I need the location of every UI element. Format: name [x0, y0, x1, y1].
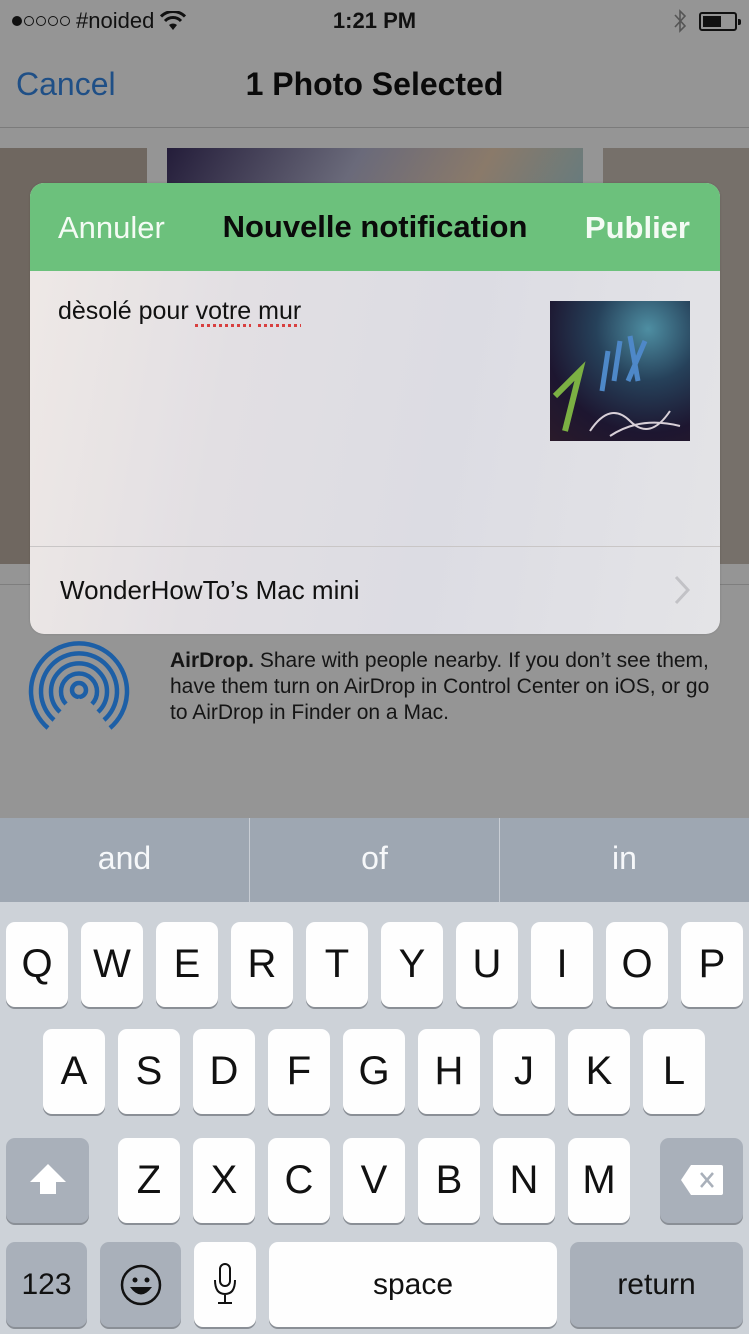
emoji-key[interactable] — [100, 1242, 181, 1327]
attached-photo-thumbnail — [550, 301, 690, 441]
space-key[interactable]: space — [269, 1242, 557, 1327]
key-j[interactable]: J — [493, 1029, 555, 1114]
battery-icon — [699, 11, 741, 31]
clock: 1:21 PM — [332, 8, 417, 33]
page-title: 1 Photo Selected — [245, 66, 504, 102]
key-h[interactable]: H — [418, 1029, 480, 1114]
emoji-icon — [120, 1264, 161, 1306]
key-d[interactable]: D — [193, 1029, 255, 1114]
suggestion-item[interactable]: in — [500, 818, 749, 902]
shift-arrow-icon — [29, 1164, 66, 1194]
key-z[interactable]: Z — [118, 1138, 180, 1223]
bluetooth-icon — [674, 9, 687, 33]
numbers-key[interactable]: 123 — [6, 1242, 87, 1327]
suggestion-item[interactable]: and — [0, 818, 250, 902]
share-sheet-card: Annuler Nouvelle notification Publier dè… — [30, 183, 720, 634]
key-v[interactable]: V — [343, 1138, 405, 1223]
key-b[interactable]: B — [418, 1138, 480, 1223]
destination-row[interactable]: WonderHowTo’s Mac mini — [30, 547, 720, 634]
key-x[interactable]: X — [193, 1138, 255, 1223]
destination-name: WonderHowTo’s Mac mini — [60, 575, 360, 605]
airdrop-icon — [28, 641, 130, 734]
key-q[interactable]: Q — [6, 922, 68, 1007]
key-c[interactable]: C — [268, 1138, 330, 1223]
key-u[interactable]: U — [456, 922, 518, 1007]
key-g[interactable]: G — [343, 1029, 405, 1114]
key-o[interactable]: O — [606, 922, 668, 1007]
message-text-area[interactable]: dèsolé pour votre mur — [58, 297, 301, 326]
publier-button[interactable]: Publier — [585, 210, 690, 246]
misspelled-word[interactable]: mur — [258, 297, 301, 325]
key-t[interactable]: T — [306, 922, 368, 1007]
suggestion-item[interactable]: of — [250, 818, 500, 902]
key-e[interactable]: E — [156, 922, 218, 1007]
card-header: Annuler Nouvelle notification Publier — [30, 183, 720, 271]
airdrop-description: AirDrop. Share with people nearby. If yo… — [170, 649, 710, 724]
delete-key[interactable] — [660, 1138, 743, 1223]
misspelled-word[interactable]: votre — [196, 297, 252, 325]
key-w[interactable]: W — [81, 922, 143, 1007]
shift-key[interactable] — [6, 1138, 89, 1223]
key-m[interactable]: M — [568, 1138, 630, 1223]
key-l[interactable]: L — [643, 1029, 705, 1114]
key-p[interactable]: P — [681, 922, 743, 1007]
key-a[interactable]: A — [43, 1029, 105, 1114]
status-bar: #noided 1:21 PM — [0, 0, 749, 42]
predictive-bar: and of in — [0, 818, 749, 902]
key-y[interactable]: Y — [381, 922, 443, 1007]
key-k[interactable]: K — [568, 1029, 630, 1114]
return-key[interactable]: return — [570, 1242, 743, 1327]
dictation-key[interactable] — [194, 1242, 256, 1327]
airdrop-title: AirDrop. — [170, 649, 254, 672]
key-i[interactable]: I — [531, 922, 593, 1007]
key-f[interactable]: F — [268, 1029, 330, 1114]
key-s[interactable]: S — [118, 1029, 180, 1114]
key-r[interactable]: R — [231, 922, 293, 1007]
microphone-icon — [214, 1263, 236, 1304]
key-n[interactable]: N — [493, 1138, 555, 1223]
navigation-bar: Cancel 1 Photo Selected — [0, 42, 749, 128]
backspace-icon — [680, 1165, 723, 1195]
chevron-right-icon — [674, 575, 691, 605]
keyboard: and of in Q W E R T Y U I O P A S D F G H J K L Z X C V B N M 123 s… — [0, 818, 749, 1334]
